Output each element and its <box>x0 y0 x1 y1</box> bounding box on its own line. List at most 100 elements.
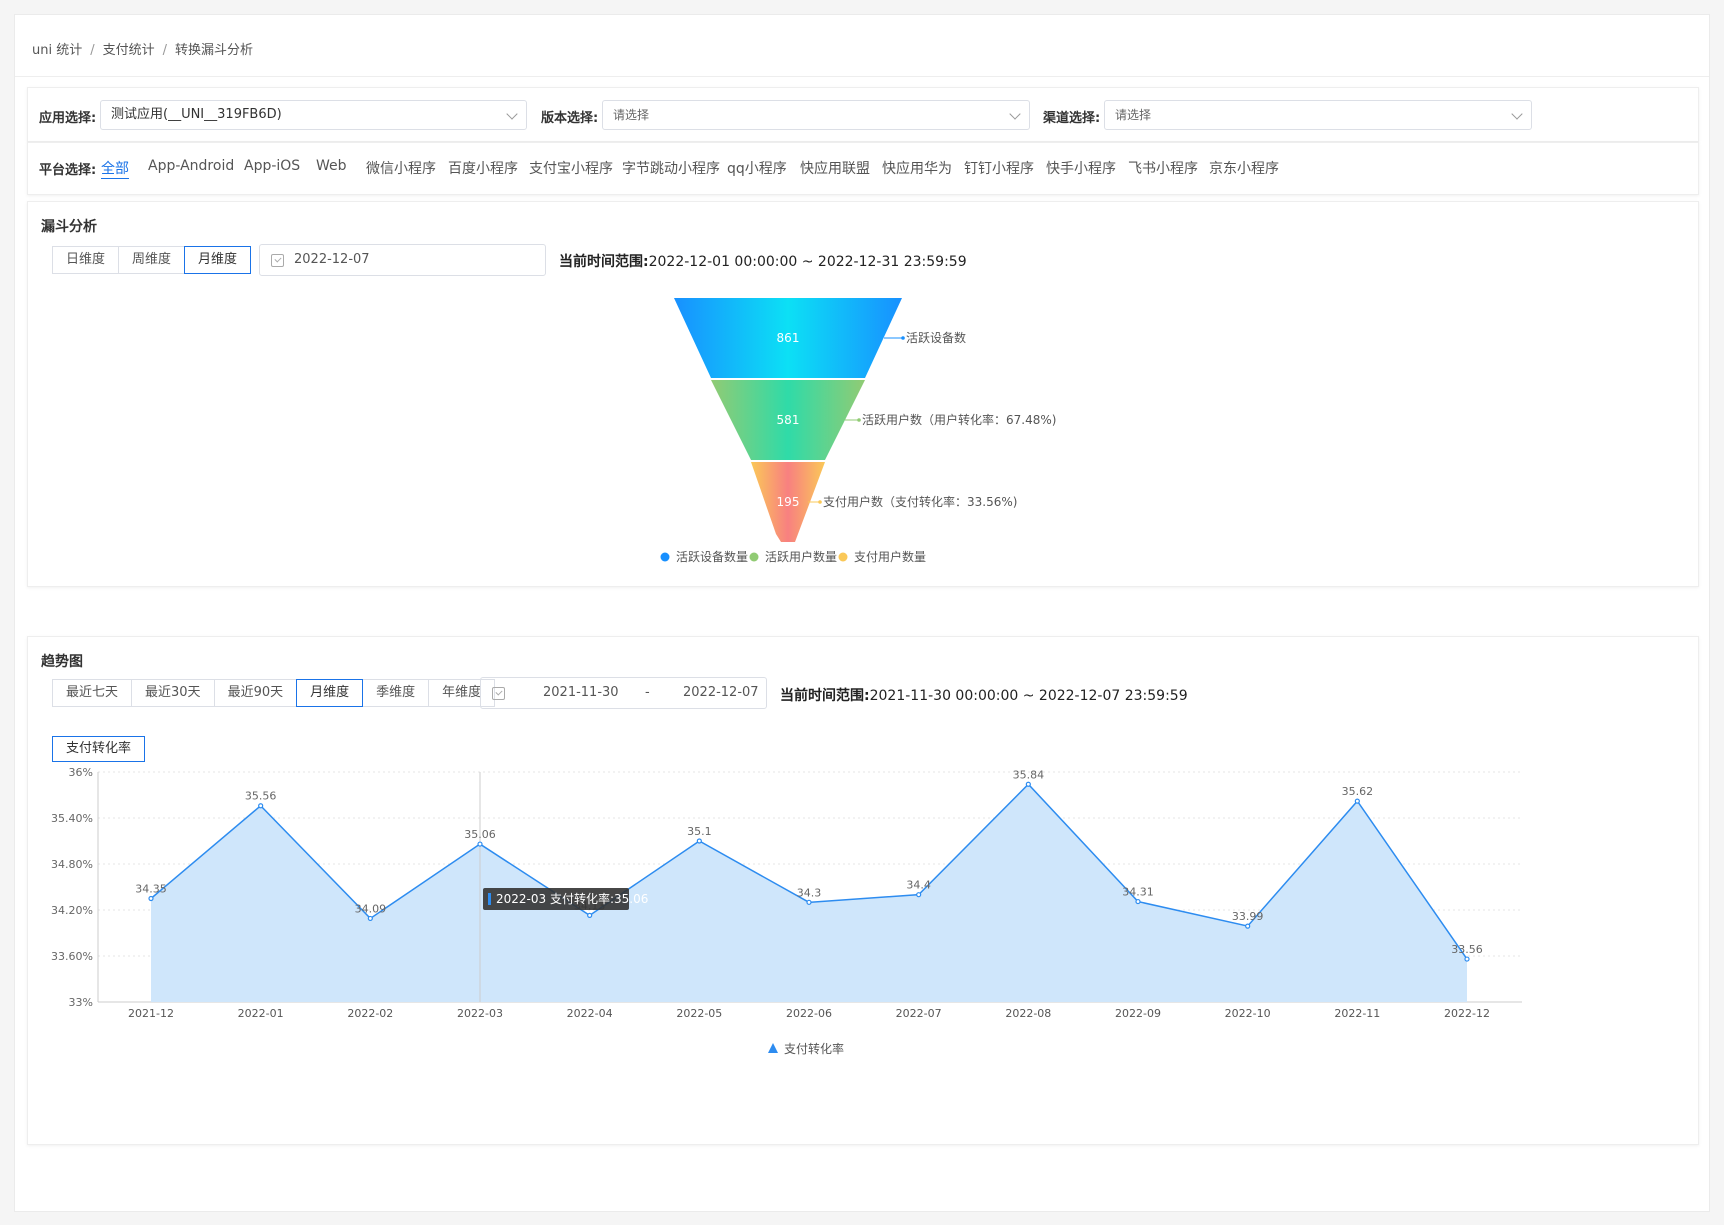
range-month-button[interactable]: 月维度 <box>296 679 364 707</box>
funnel-value-2: 581 <box>777 413 800 427</box>
data-label: 34.31 <box>1122 886 1154 899</box>
funnel-leader-dot <box>818 500 822 504</box>
platform-tab-baidu[interactable]: 百度小程序 <box>448 158 518 178</box>
platform-tab-alipay[interactable]: 支付宝小程序 <box>529 158 613 178</box>
version-select-label: 版本选择: <box>541 111 599 126</box>
data-point <box>916 892 922 898</box>
y-tick-label: 34.80% <box>51 858 93 871</box>
funnel-label-3: 支付用户数（支付转化率：33.56%) <box>823 494 1017 509</box>
data-label: 35.84 <box>1013 768 1045 781</box>
trend-legend-label[interactable]: 支付转化率 <box>784 1041 844 1056</box>
tooltip-swatch <box>488 893 491 905</box>
data-point <box>1135 898 1141 905</box>
version-select-placeholder: 请选择 <box>613 108 650 122</box>
funnel-chart: 861 581 195 活跃设备数 活跃用户数（用户转化率：67.48%) 支付… <box>660 298 1056 564</box>
trend-chart: 33% 33.60% 34.20% 34.80% 35.40% 36% 2021-12 202… <box>51 766 1522 1056</box>
data-label: 34.09 <box>355 902 387 915</box>
app-select-value: 测试应用(__UNI__319FB6D) <box>111 107 282 122</box>
legend-label-devices[interactable]: 活跃设备数量 <box>676 549 748 564</box>
platform-tab-app-android[interactable]: App-Android <box>148 158 234 174</box>
y-tick-label: 35.40% <box>51 812 93 825</box>
x-tick-label: 2022-08 <box>1005 1007 1051 1020</box>
data-label: 33.99 <box>1232 910 1264 923</box>
y-tick-label: 33.60% <box>51 950 93 963</box>
chevron-down-icon <box>1511 108 1523 120</box>
funnel-leader-dot <box>857 418 861 422</box>
data-label: 35.56 <box>245 790 277 803</box>
breadcrumb-separator: / <box>90 43 95 58</box>
breadcrumb-item-uni[interactable]: uni 统计 <box>32 39 82 58</box>
trend-tooltip: 2022-03 支付转化率:35.06 <box>483 888 648 910</box>
legend-label-users[interactable]: 活跃用户数量 <box>765 549 837 564</box>
chevron-down-icon <box>506 108 518 120</box>
funnel-leader-dot <box>901 336 905 340</box>
legend-triangle-icon <box>768 1043 778 1053</box>
version-select[interactable]: 请选择 <box>602 100 1030 130</box>
platform-label: 平台选择: <box>39 163 97 178</box>
dimension-month-button[interactable]: 月维度 <box>184 246 252 274</box>
y-tick-label: 34.20% <box>51 904 93 917</box>
platform-tab-bytedance[interactable]: 字节跳动小程序 <box>622 158 720 178</box>
platform-tab-feishu[interactable]: 飞书小程序 <box>1128 158 1198 178</box>
breadcrumb-item-current: 转换漏斗分析 <box>175 43 254 58</box>
data-point <box>367 915 373 922</box>
chevron-down-icon <box>1009 108 1021 120</box>
filter-card: 应用选择: 测试应用(__UNI__319FB6D) 版本选择: 请选择 渠道选… <box>27 87 1699 142</box>
funnel-card: 漏斗分析 日维度 周维度 月维度 2022-12-07 当前时间范围:2022-… <box>27 201 1699 587</box>
platform-tab-jd[interactable]: 京东小程序 <box>1209 158 1279 178</box>
app-select[interactable]: 测试应用(__UNI__319FB6D) <box>100 100 527 130</box>
funnel-label-1: 活跃设备数 <box>906 330 966 345</box>
x-tick-label: 2021-12 <box>128 1007 174 1020</box>
platform-tab-web[interactable]: Web <box>316 158 347 174</box>
x-tick-label: 2022-07 <box>896 1007 942 1020</box>
platform-tab-all[interactable]: 全部 <box>101 158 129 179</box>
x-tick-label: 2022-12 <box>1444 1007 1490 1020</box>
x-tick-label: 2022-04 <box>567 1007 613 1020</box>
legend-label-paying[interactable]: 支付用户数量 <box>854 549 926 564</box>
platform-tab-dingtalk[interactable]: 钉钉小程序 <box>964 158 1034 178</box>
breadcrumb-item-pay[interactable]: 支付统计 <box>103 39 155 58</box>
app-select-label: 应用选择: <box>39 111 97 126</box>
x-tick-label: 2022-02 <box>347 1007 393 1020</box>
x-tick-label: 2022-01 <box>238 1007 284 1020</box>
data-point <box>148 895 154 902</box>
data-point <box>477 841 483 847</box>
tooltip-text: 2022-03 支付转化率:35.06 <box>496 891 648 906</box>
x-tick-label: 2022-10 <box>1225 1007 1271 1020</box>
breadcrumb-divider <box>15 76 1709 77</box>
platform-tab-quickapp-union[interactable]: 快应用联盟 <box>800 158 870 178</box>
channel-select-placeholder: 请选择 <box>1115 108 1152 122</box>
data-point <box>1245 923 1251 929</box>
channel-select[interactable]: 请选择 <box>1104 100 1532 130</box>
data-point <box>1025 781 1031 787</box>
data-label: 34.4 <box>906 879 931 892</box>
x-tick-label: 2022-11 <box>1334 1007 1380 1020</box>
platform-tab-kuaishou[interactable]: 快手小程序 <box>1046 158 1116 178</box>
data-label: 35.62 <box>1342 785 1374 798</box>
data-point <box>1464 956 1470 962</box>
legend-dot-devices <box>660 552 670 562</box>
x-tick-label: 2022-03 <box>457 1007 503 1020</box>
x-tick-label: 2022-09 <box>1115 1007 1161 1020</box>
data-point <box>1354 798 1360 804</box>
data-label: 33.56 <box>1451 943 1483 956</box>
x-tick-label: 2022-05 <box>676 1007 722 1020</box>
funnel-value-1: 861 <box>777 331 800 345</box>
data-point <box>258 803 264 809</box>
x-tick-label: 2022-06 <box>786 1007 832 1020</box>
platform-tab-quickapp-huawei[interactable]: 快应用华为 <box>882 158 952 178</box>
data-point <box>806 899 812 905</box>
funnel-value-3: 195 <box>777 495 800 509</box>
y-tick-label: 36% <box>69 766 93 779</box>
page-container: uni 统计 / 支付统计 / 转换漏斗分析 应用选择: 测试应用(__UNI__319… <box>14 14 1710 1212</box>
trend-card: 趋势图 最近七天 最近30天 最近90天 月维度 季维度 年维度 2021-11… <box>27 636 1699 1145</box>
data-label: 34.35 <box>135 883 167 896</box>
platform-tab-app-ios[interactable]: App-iOS <box>244 158 300 174</box>
data-label: 35.06 <box>464 828 496 841</box>
y-tick-label: 33% <box>69 996 93 1009</box>
data-point <box>587 912 593 918</box>
platform-tab-weixin[interactable]: 微信小程序 <box>366 158 436 178</box>
funnel-label-2: 活跃用户数（用户转化率：67.48%) <box>862 412 1056 427</box>
platform-tab-qq[interactable]: qq小程序 <box>727 158 787 178</box>
breadcrumb-separator: / <box>162 43 168 58</box>
